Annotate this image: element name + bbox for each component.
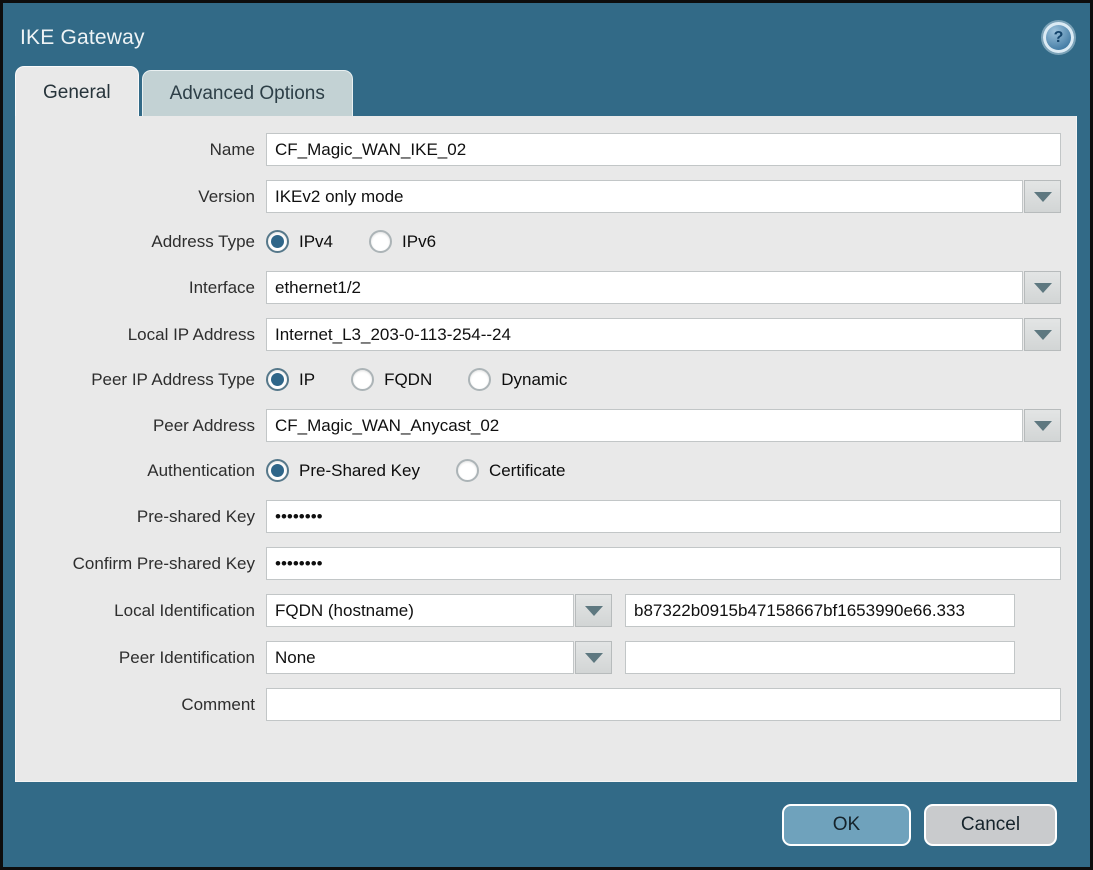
radio-option-ipv4[interactable]: IPv4 xyxy=(266,230,333,253)
confirm-pre-shared-key-label: Confirm Pre-shared Key xyxy=(16,554,266,574)
radio-ipv6[interactable] xyxy=(369,230,392,253)
chevron-down-icon xyxy=(1034,283,1052,293)
local-identification-row: Local Identification xyxy=(16,594,1076,627)
cancel-button[interactable]: Cancel xyxy=(924,804,1057,846)
ok-button[interactable]: OK xyxy=(782,804,911,846)
peer-address-input[interactable] xyxy=(266,409,1023,442)
version-select xyxy=(266,180,1061,213)
interface-select xyxy=(266,271,1061,304)
radio-option-certificate[interactable]: Certificate xyxy=(456,459,566,482)
radio-certificate[interactable] xyxy=(456,459,479,482)
general-tab-panel: Name Version Address Type IPv4 IPv6 Inte… xyxy=(15,116,1077,782)
peer-address-label: Peer Address xyxy=(16,416,266,436)
radio-ipv4-label: IPv4 xyxy=(299,232,333,252)
comment-label: Comment xyxy=(16,695,266,715)
chevron-down-icon xyxy=(1034,330,1052,340)
tab-advanced-options[interactable]: Advanced Options xyxy=(142,70,353,116)
version-dropdown-button[interactable] xyxy=(1024,180,1061,213)
radio-option-pre-shared-key[interactable]: Pre-Shared Key xyxy=(266,459,420,482)
help-icon[interactable]: ? xyxy=(1043,22,1074,53)
local-identification-type-select xyxy=(266,594,612,627)
tab-general-label: General xyxy=(43,82,111,103)
name-row: Name xyxy=(16,133,1076,166)
interface-dropdown-button[interactable] xyxy=(1024,271,1061,304)
comment-input[interactable] xyxy=(266,688,1061,721)
dialog-title: IKE Gateway xyxy=(20,26,145,50)
chevron-down-icon xyxy=(585,606,603,616)
radio-option-ip[interactable]: IP xyxy=(266,368,315,391)
authentication-row: Authentication Pre-Shared Key Certificat… xyxy=(16,456,1076,485)
radio-pre-shared-key[interactable] xyxy=(266,459,289,482)
comment-row: Comment xyxy=(16,688,1076,721)
radio-option-ipv6[interactable]: IPv6 xyxy=(369,230,436,253)
chevron-down-icon xyxy=(1034,192,1052,202)
peer-address-dropdown-button[interactable] xyxy=(1024,409,1061,442)
dialog-titlebar: IKE Gateway ? xyxy=(3,3,1090,66)
dialog-footer: OK Cancel xyxy=(3,783,1090,867)
tab-general[interactable]: General xyxy=(15,66,139,116)
radio-ipv4[interactable] xyxy=(266,230,289,253)
tab-bar: General Advanced Options xyxy=(15,66,1090,116)
local-identification-dropdown-button[interactable] xyxy=(575,594,612,627)
confirm-pre-shared-key-input[interactable] xyxy=(266,547,1061,580)
radio-fqdn[interactable] xyxy=(351,368,374,391)
version-row: Version xyxy=(16,180,1076,213)
radio-option-fqdn[interactable]: FQDN xyxy=(351,368,432,391)
radio-pre-shared-key-label: Pre-Shared Key xyxy=(299,461,420,481)
radio-ip-label: IP xyxy=(299,370,315,390)
local-ip-address-input[interactable] xyxy=(266,318,1023,351)
radio-dynamic-label: Dynamic xyxy=(501,370,567,390)
peer-ip-address-type-row: Peer IP Address Type IP FQDN Dynamic xyxy=(16,365,1076,394)
local-ip-address-select xyxy=(266,318,1061,351)
address-type-radio-group: IPv4 IPv6 xyxy=(266,230,472,253)
interface-label: Interface xyxy=(16,278,266,298)
question-mark-glyph: ? xyxy=(1054,29,1064,47)
peer-identification-type-input[interactable] xyxy=(266,641,574,674)
tab-advanced-options-label: Advanced Options xyxy=(170,83,325,104)
local-identification-value-input[interactable] xyxy=(625,594,1015,627)
address-type-label: Address Type xyxy=(16,232,266,252)
local-ip-address-row: Local IP Address xyxy=(16,318,1076,351)
interface-row: Interface xyxy=(16,271,1076,304)
peer-identification-value-input[interactable] xyxy=(625,641,1015,674)
authentication-radio-group: Pre-Shared Key Certificate xyxy=(266,459,601,482)
authentication-label: Authentication xyxy=(16,461,266,481)
peer-address-select xyxy=(266,409,1061,442)
radio-option-dynamic[interactable]: Dynamic xyxy=(468,368,567,391)
local-ip-address-dropdown-button[interactable] xyxy=(1024,318,1061,351)
chevron-down-icon xyxy=(1034,421,1052,431)
peer-ip-address-type-radio-group: IP FQDN Dynamic xyxy=(266,368,603,391)
local-identification-label: Local Identification xyxy=(16,601,266,621)
radio-fqdn-label: FQDN xyxy=(384,370,432,390)
pre-shared-key-row: Pre-shared Key xyxy=(16,500,1076,533)
radio-dynamic[interactable] xyxy=(468,368,491,391)
confirm-pre-shared-key-row: Confirm Pre-shared Key xyxy=(16,547,1076,580)
local-ip-address-label: Local IP Address xyxy=(16,325,266,345)
pre-shared-key-label: Pre-shared Key xyxy=(16,507,266,527)
peer-identification-type-select xyxy=(266,641,612,674)
peer-identification-dropdown-button[interactable] xyxy=(575,641,612,674)
local-identification-type-input[interactable] xyxy=(266,594,574,627)
radio-ip[interactable] xyxy=(266,368,289,391)
ike-gateway-dialog: { "dialog": { "title": "IKE Gateway", "a… xyxy=(0,0,1093,870)
name-input[interactable] xyxy=(266,133,1061,166)
radio-certificate-label: Certificate xyxy=(489,461,566,481)
peer-identification-row: Peer Identification xyxy=(16,641,1076,674)
pre-shared-key-input[interactable] xyxy=(266,500,1061,533)
peer-ip-address-type-label: Peer IP Address Type xyxy=(16,370,266,390)
version-label: Version xyxy=(16,187,266,207)
version-input[interactable] xyxy=(266,180,1023,213)
peer-address-row: Peer Address xyxy=(16,409,1076,442)
name-label: Name xyxy=(16,140,266,160)
address-type-row: Address Type IPv4 IPv6 xyxy=(16,227,1076,256)
interface-input[interactable] xyxy=(266,271,1023,304)
peer-identification-label: Peer Identification xyxy=(16,648,266,668)
radio-ipv6-label: IPv6 xyxy=(402,232,436,252)
chevron-down-icon xyxy=(585,653,603,663)
